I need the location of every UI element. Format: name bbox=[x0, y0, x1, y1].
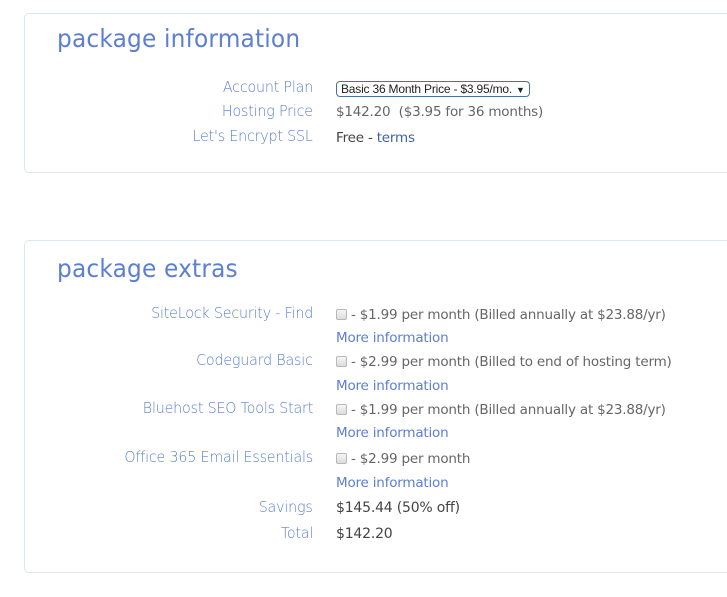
extra-item-label: Codeguard Basic bbox=[196, 351, 313, 369]
dropdown-arrow-icon: ▼ bbox=[516, 85, 525, 95]
package-information-title: package information bbox=[57, 24, 301, 53]
extra-item-price: - $2.99 per month bbox=[351, 451, 471, 467]
account-plan-row: Account Plan Basic 36 Month Price - $3.9… bbox=[25, 78, 725, 100]
extra-item-sitelock: SiteLock Security - Find - $1.99 per mon… bbox=[25, 304, 725, 326]
extra-item-option: - $2.99 per month bbox=[336, 451, 470, 467]
extra-item-more-row: More information bbox=[25, 475, 725, 497]
total-row: Total $142.20 bbox=[25, 524, 725, 546]
ssl-free-text: Free - bbox=[336, 130, 377, 146]
package-information-panel: package information Account Plan Basic 3… bbox=[24, 13, 727, 173]
ssl-terms-link[interactable]: terms bbox=[377, 130, 415, 146]
savings-label: Savings bbox=[259, 498, 313, 516]
more-information-link[interactable]: More information bbox=[336, 425, 449, 441]
extra-item-price: - $1.99 per month (Billed annually at $2… bbox=[351, 307, 666, 323]
account-plan-selected: Basic 36 Month Price - $3.95/mo. bbox=[341, 82, 513, 96]
total-value: $142.20 bbox=[336, 526, 393, 542]
hosting-price-amount: $142.20 bbox=[336, 104, 391, 120]
extra-item-checkbox[interactable] bbox=[336, 404, 347, 415]
extra-item-checkbox[interactable] bbox=[336, 453, 347, 464]
account-plan-select[interactable]: Basic 36 Month Price - $3.95/mo. ▼ bbox=[336, 81, 530, 97]
more-information-link[interactable]: More information bbox=[336, 378, 449, 394]
package-extras-title: package extras bbox=[57, 254, 238, 283]
extra-item-price: - $2.99 per month (Billed to end of host… bbox=[351, 354, 672, 370]
extra-item-label: SiteLock Security - Find bbox=[150, 304, 313, 322]
extra-item-checkbox[interactable] bbox=[336, 309, 347, 320]
more-information-link[interactable]: More information bbox=[336, 475, 449, 491]
package-extras-panel: package extras SiteLock Security - Find … bbox=[24, 240, 727, 573]
extra-item-more-row: More information bbox=[25, 330, 725, 352]
extra-item-checkbox[interactable] bbox=[336, 356, 347, 367]
extra-item-label: Office 365 Email Essentials bbox=[124, 448, 313, 466]
extra-item-more-row: More information bbox=[25, 425, 725, 447]
hosting-price-value: $142.20 ($3.95 for 36 months) bbox=[336, 104, 543, 120]
extra-item-option: - $1.99 per month (Billed annually at $2… bbox=[336, 402, 666, 418]
hosting-price-detail: ($3.95 for 36 months) bbox=[398, 104, 544, 120]
extra-item-more-row: More information bbox=[25, 378, 725, 400]
more-information-link[interactable]: More information bbox=[336, 330, 449, 346]
savings-value: $145.44 (50% off) bbox=[336, 500, 460, 516]
hosting-price-label: Hosting Price bbox=[222, 102, 313, 120]
extra-item-label: Bluehost SEO Tools Start bbox=[142, 399, 314, 417]
savings-row: Savings $145.44 (50% off) bbox=[25, 498, 725, 520]
extra-item-option: - $2.99 per month (Billed to end of host… bbox=[336, 354, 672, 370]
ssl-row: Let's Encrypt SSL Free - terms bbox=[25, 127, 725, 149]
extra-item-option: - $1.99 per month (Billed annually at $2… bbox=[336, 307, 666, 323]
account-plan-label: Account Plan bbox=[222, 78, 313, 96]
ssl-label: Let's Encrypt SSL bbox=[192, 127, 313, 145]
hosting-price-row: Hosting Price $142.20 ($3.95 for 36 mont… bbox=[25, 102, 725, 124]
extra-item-office365: Office 365 Email Essentials - $2.99 per … bbox=[25, 448, 725, 470]
ssl-value: Free - terms bbox=[336, 130, 415, 146]
extra-item-seo-tools: Bluehost SEO Tools Start - $1.99 per mon… bbox=[25, 399, 725, 421]
extra-item-codeguard: Codeguard Basic - $2.99 per month (Bille… bbox=[25, 351, 725, 373]
total-label: Total bbox=[280, 524, 314, 542]
extra-item-price: - $1.99 per month (Billed annually at $2… bbox=[351, 402, 666, 418]
